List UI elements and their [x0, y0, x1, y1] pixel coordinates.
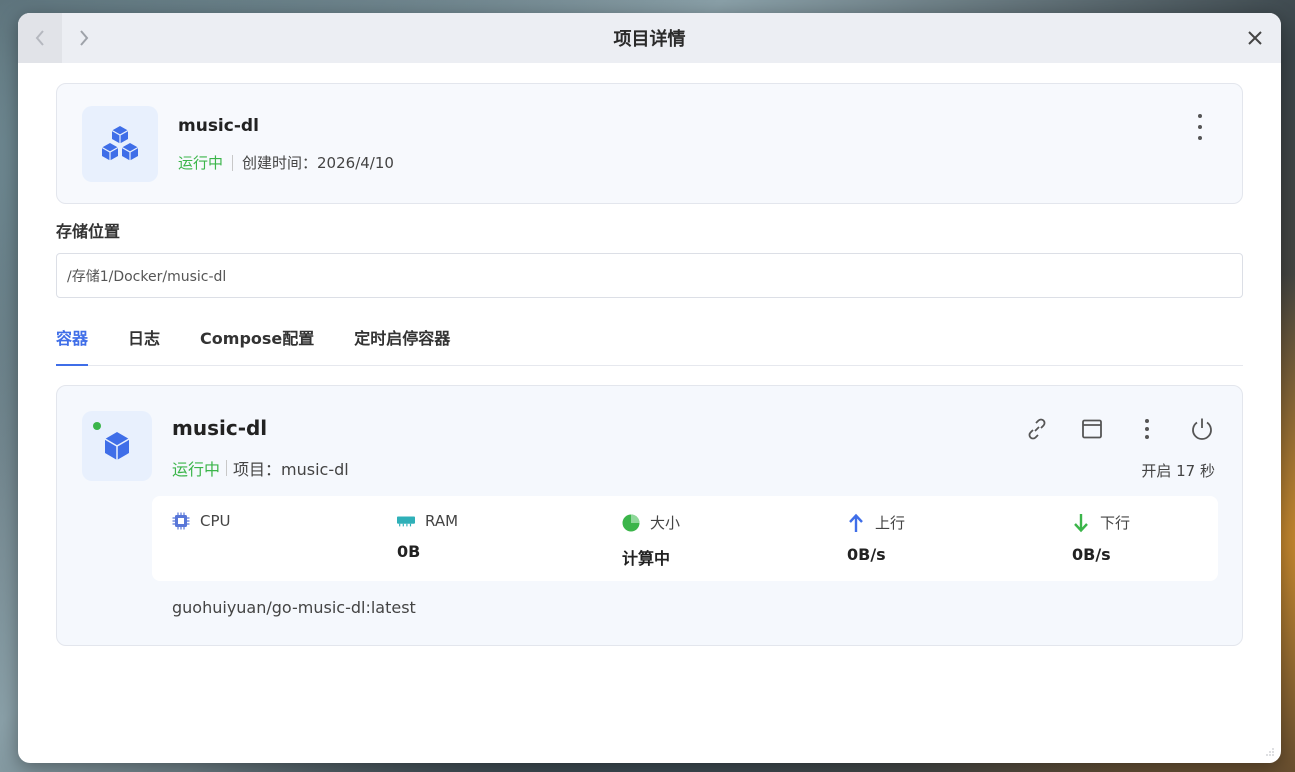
dot [1198, 125, 1202, 129]
chevron-left-icon [35, 30, 44, 46]
tab-compose-config[interactable]: Compose配置 [200, 322, 314, 365]
storage-path-field[interactable] [56, 253, 1243, 298]
container-status: 运行中 [172, 460, 221, 479]
project-details-window: 项目详情 music-dl 运行中 创建时间：2026/4/10 存储位置 /存… [18, 13, 1281, 763]
divider [232, 154, 234, 171]
stat-size-label: 大小 [650, 514, 681, 532]
tab-scheduled-start-stop[interactable]: 定时启停容器 [354, 322, 450, 365]
stat-cpu-label: CPU [200, 512, 231, 530]
link-icon [1028, 418, 1046, 440]
stat-cpu: CPU [172, 512, 231, 542]
window-title: 项目详情 [613, 29, 686, 50]
project-name: music-dl [178, 116, 259, 136]
dot [1198, 136, 1202, 140]
container-image: guohuiyuan/go-music-dl:latest [172, 598, 416, 617]
dot [1198, 114, 1202, 118]
stat-download-value: 0B/s [1072, 545, 1111, 564]
container-actions [995, 416, 1215, 442]
window-icon [1082, 419, 1102, 439]
power-icon [1192, 418, 1212, 440]
stat-size-value: 计算中 [622, 549, 671, 568]
project-more-button[interactable] [1194, 114, 1206, 140]
stat-size: 大小 计算中 [622, 512, 680, 569]
stat-upload-value: 0B/s [847, 545, 886, 564]
stat-download: 下行 0B/s [1072, 512, 1130, 564]
running-indicator [93, 422, 101, 430]
project-status: 运行中 [178, 154, 224, 172]
container-project: 项目：music-dl [233, 460, 349, 479]
container-stats: CPU RAM 0B 大小 计算中 上行 0B/s 下行 0B/s [152, 496, 1218, 581]
resize-handle-icon[interactable] [1265, 747, 1275, 757]
open-link-button[interactable] [1024, 416, 1050, 442]
arrow-down-icon [1072, 513, 1090, 532]
stat-upload-label: 上行 [875, 514, 906, 532]
stat-ram: RAM 0B [397, 512, 458, 561]
project-meta: 运行中 创建时间：2026/4/10 [178, 152, 394, 173]
chevron-right-icon [80, 30, 89, 46]
close-button[interactable] [1243, 26, 1267, 50]
power-button[interactable] [1189, 416, 1215, 442]
stat-ram-label: RAM [425, 512, 459, 530]
stat-upload: 上行 0B/s [847, 512, 905, 564]
container-icon [82, 411, 152, 481]
container-name: music-dl [172, 416, 268, 440]
project-icon [82, 106, 158, 182]
back-button[interactable] [18, 13, 62, 63]
titlebar: 项目详情 [18, 13, 1281, 63]
tab-containers[interactable]: 容器 [56, 322, 89, 366]
project-card: music-dl 运行中 创建时间：2026/4/10 [56, 83, 1243, 204]
arrow-up-icon [847, 513, 865, 532]
cube-icon [104, 432, 130, 460]
close-icon [1248, 31, 1262, 45]
container-meta: 运行中 项目：music-dl [172, 456, 349, 480]
more-vertical-icon [1145, 419, 1149, 439]
divider [226, 460, 228, 476]
stat-download-label: 下行 [1100, 514, 1131, 532]
storage-label: 存储位置 [56, 222, 121, 241]
container-card[interactable]: music-dl 运行中 项目：music-dl 开启 17 秒 CPU RAM… [56, 385, 1243, 646]
terminal-button[interactable] [1079, 416, 1105, 442]
cubes-icon [101, 126, 139, 161]
container-uptime: 开启 17 秒 [1141, 462, 1215, 480]
project-created: 创建时间：2026/4/10 [242, 154, 394, 172]
tab-logs[interactable]: 日志 [128, 322, 160, 365]
container-more-button[interactable] [1134, 416, 1160, 442]
stat-ram-value: 0B [397, 542, 421, 561]
tab-bar: 容器 日志 Compose配置 定时启停容器 [56, 322, 1243, 366]
forward-button[interactable] [62, 13, 106, 63]
ram-icon [397, 512, 415, 530]
cpu-icon [172, 512, 190, 530]
pie-chart-icon [622, 514, 640, 532]
